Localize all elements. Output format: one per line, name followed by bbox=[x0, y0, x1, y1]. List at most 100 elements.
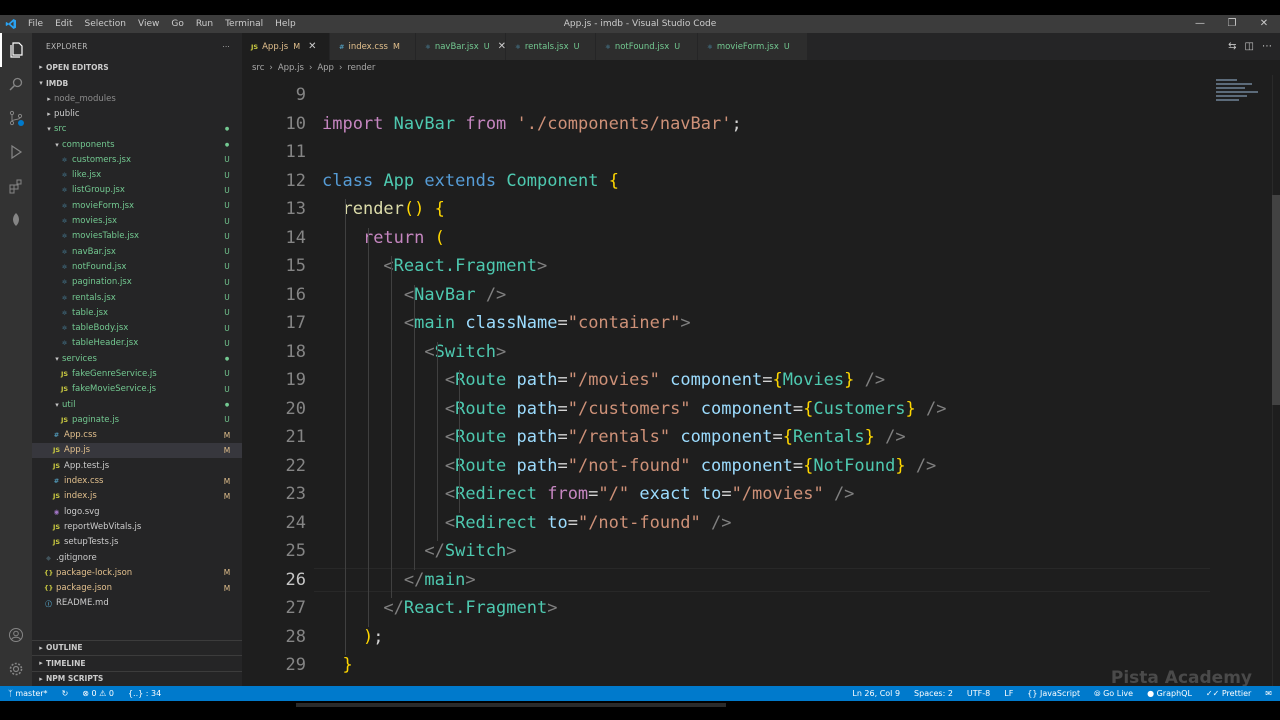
file-item[interactable]: ⚛ movies.jsx U bbox=[32, 213, 242, 228]
menu-go[interactable]: Go bbox=[165, 15, 189, 33]
file-item[interactable]: ⚛ tableHeader.jsx U bbox=[32, 336, 242, 351]
menu-file[interactable]: File bbox=[22, 15, 49, 33]
code-line[interactable]: <Route path="/movies" component={Movies}… bbox=[322, 370, 885, 390]
tab-rentals.jsx[interactable]: ⚛ rentals.jsx U bbox=[506, 33, 596, 60]
end-of-line[interactable]: LF bbox=[1004, 689, 1013, 699]
file-item[interactable]: ⚛ customers.jsx U bbox=[32, 152, 242, 167]
breadcrumb-item[interactable]: App bbox=[317, 63, 334, 73]
scrollbar-thumb[interactable] bbox=[1272, 195, 1280, 405]
branch-status[interactable]: ᛉ master* bbox=[8, 689, 48, 698]
file-item[interactable]: ⚛ like.jsx U bbox=[32, 167, 242, 182]
more-icon[interactable]: ⋯ bbox=[1262, 41, 1272, 52]
cursor-position[interactable]: Ln 26, Col 9 bbox=[852, 689, 900, 699]
open-changes-icon[interactable]: ⇆ bbox=[1228, 41, 1236, 52]
folder-src[interactable]: ▾ src ● bbox=[32, 122, 242, 137]
section-outline[interactable]: ▸ OUTLINE bbox=[32, 639, 242, 656]
notifications-bell-icon[interactable]: ✉ bbox=[1265, 689, 1272, 699]
tab-App.js[interactable]: JS App.js M ✕ bbox=[242, 33, 330, 60]
search-icon[interactable] bbox=[0, 67, 32, 101]
source-control-icon[interactable] bbox=[0, 101, 32, 135]
file-item[interactable]: JS paginate.js U bbox=[32, 412, 242, 427]
menu-selection[interactable]: Selection bbox=[79, 15, 132, 33]
code-line[interactable]: ); bbox=[322, 627, 384, 647]
explorer-icon[interactable] bbox=[0, 33, 32, 67]
file-item[interactable]: ⚛ rentals.jsx U bbox=[32, 290, 242, 305]
close-tab-icon[interactable]: ✕ bbox=[308, 41, 316, 52]
code-editor[interactable]: 9 10 11 12 13 14 15 16 17 18 19 20 21 22 23 24 25 26 27 28 2… bbox=[242, 75, 1280, 686]
file-item[interactable]: ⚛ pagination.jsx U bbox=[32, 275, 242, 290]
code-line[interactable]: render() { bbox=[322, 199, 444, 219]
file-item[interactable]: ⚛ table.jsx U bbox=[32, 305, 242, 320]
indentation[interactable]: Spaces: 2 bbox=[914, 689, 953, 699]
code-line[interactable]: </Switch> bbox=[322, 541, 516, 561]
tab-movieForm.jsx[interactable]: ⚛ movieForm.jsx U bbox=[698, 33, 808, 60]
folder-util[interactable]: ▾ util ● bbox=[32, 397, 242, 412]
breadcrumb-item[interactable]: src bbox=[252, 63, 264, 73]
run-debug-icon[interactable] bbox=[0, 135, 32, 169]
file-item[interactable]: ⓘ README.md bbox=[32, 596, 242, 611]
folder-public[interactable]: ▸ public bbox=[32, 106, 242, 121]
file-item[interactable]: JS App.test.js bbox=[32, 458, 242, 473]
settings-gear-icon[interactable] bbox=[0, 652, 32, 686]
code-line[interactable]: <React.Fragment> bbox=[322, 256, 547, 276]
file-item[interactable]: ◉ logo.svg bbox=[32, 504, 242, 519]
split-editor-icon[interactable]: ◫ bbox=[1245, 41, 1254, 52]
close-tab-icon[interactable]: ✕ bbox=[498, 41, 506, 52]
graphql-status[interactable]: ● GraphQL bbox=[1147, 689, 1192, 699]
file-item[interactable]: JS fakeGenreService.js U bbox=[32, 366, 242, 381]
code-line[interactable]: <Route path="/customers" component={Cust… bbox=[322, 399, 947, 419]
file-item[interactable]: ⚛ movieForm.jsx U bbox=[32, 198, 242, 213]
folder-components[interactable]: ▾ components ● bbox=[32, 137, 242, 152]
encoding[interactable]: UTF-8 bbox=[967, 689, 990, 699]
sync-icon[interactable]: ↻ bbox=[62, 689, 69, 698]
file-item[interactable]: # App.css M bbox=[32, 428, 242, 443]
tab-navBar.jsx[interactable]: ⚛ navBar.jsx U ✕ bbox=[416, 33, 506, 60]
breadcrumb-item[interactable]: render bbox=[347, 63, 375, 73]
problems-status[interactable]: ⊗ 0 ⚠ 0 bbox=[82, 689, 114, 698]
prettier-status[interactable]: ✓✓ Prettier bbox=[1206, 689, 1251, 699]
file-item[interactable]: ⚛ navBar.jsx U bbox=[32, 244, 242, 259]
file-item[interactable]: ⚛ listGroup.jsx U bbox=[32, 183, 242, 198]
tab-notFound.jsx[interactable]: ⚛ notFound.jsx U bbox=[596, 33, 698, 60]
language-mode[interactable]: {} JavaScript bbox=[1027, 689, 1080, 699]
folder-node_modules[interactable]: ▸ node_modules bbox=[32, 91, 242, 106]
selection-status[interactable]: {..} : 34 bbox=[128, 689, 161, 698]
file-item[interactable]: ⚛ moviesTable.jsx U bbox=[32, 229, 242, 244]
code-line[interactable]: } bbox=[322, 655, 352, 675]
code-line[interactable]: <Redirect to="/not-found" /> bbox=[322, 513, 732, 533]
vertical-scrollbar[interactable] bbox=[1272, 75, 1280, 686]
file-item[interactable]: ◆ .gitignore bbox=[32, 550, 242, 565]
more-actions-icon[interactable]: ⋯ bbox=[222, 42, 230, 51]
code-line[interactable]: import NavBar from './components/navBar'… bbox=[322, 114, 742, 134]
file-item[interactable]: {} package.json M bbox=[32, 581, 242, 596]
extensions-icon[interactable] bbox=[0, 169, 32, 203]
file-item[interactable]: JS App.js M bbox=[32, 442, 242, 459]
mongodb-leaf-icon[interactable] bbox=[0, 203, 32, 237]
tab-index.css[interactable]: # index.css M bbox=[330, 33, 416, 60]
file-item[interactable]: {} package-lock.json M bbox=[32, 565, 242, 580]
maximize-icon[interactable]: ❐ bbox=[1216, 15, 1248, 33]
file-item[interactable]: JS reportWebVitals.js bbox=[32, 519, 242, 534]
file-item[interactable]: # index.css M bbox=[32, 473, 242, 488]
project-section[interactable]: ▾ IMDB bbox=[32, 75, 242, 91]
breadcrumb-item[interactable]: App.js bbox=[278, 63, 304, 73]
menu-help[interactable]: Help bbox=[269, 15, 302, 33]
close-window-icon[interactable]: ✕ bbox=[1248, 15, 1280, 33]
menu-terminal[interactable]: Terminal bbox=[219, 15, 269, 33]
file-item[interactable]: JS fakeMovieService.js U bbox=[32, 382, 242, 397]
code-line[interactable]: <Redirect from="/" exact to="/movies" /> bbox=[322, 484, 855, 504]
code-line[interactable]: <Route path="/rentals" component={Rental… bbox=[322, 427, 906, 447]
minimap[interactable] bbox=[1216, 77, 1268, 115]
code-line[interactable]: class App extends Component { bbox=[322, 171, 619, 191]
open-editors-section[interactable]: ▸ OPEN EDITORS bbox=[32, 59, 242, 75]
minimize-icon[interactable]: — bbox=[1184, 15, 1216, 33]
file-item[interactable]: JS setupTests.js bbox=[32, 535, 242, 550]
account-icon[interactable] bbox=[0, 618, 32, 652]
section-npm-scripts[interactable]: ▸ NPM SCRIPTS bbox=[32, 670, 242, 687]
code-line[interactable]: </React.Fragment> bbox=[322, 598, 557, 618]
menu-edit[interactable]: Edit bbox=[49, 15, 78, 33]
file-item[interactable]: ⚛ tableBody.jsx U bbox=[32, 320, 242, 335]
file-item[interactable]: JS index.js M bbox=[32, 489, 242, 504]
go-live-button[interactable]: ⦾ Go Live bbox=[1094, 689, 1133, 699]
folder-services[interactable]: ▾ services ● bbox=[32, 351, 242, 366]
